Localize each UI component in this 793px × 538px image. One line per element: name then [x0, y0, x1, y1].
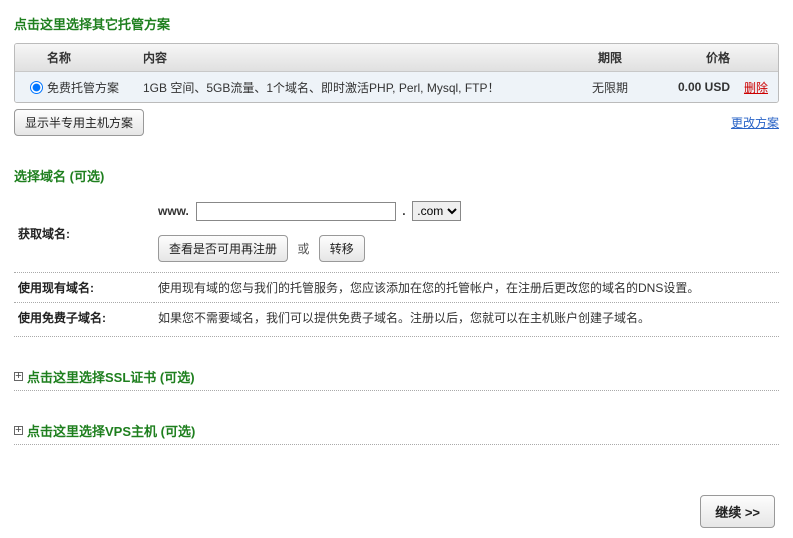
domain-bottom-line	[14, 336, 779, 337]
transfer-button[interactable]: 转移	[319, 235, 365, 262]
plans-table: 名称 内容 期限 价格 免费托管方案 1GB 空间、5GB流量、1个域名、即时激…	[14, 43, 779, 103]
domain-table: 获取域名: www. . .com 查看是否可用再注册 或 转移 使用现有域名:…	[14, 195, 779, 332]
or-label: 或	[297, 242, 309, 256]
plan-term: 无限期	[570, 79, 650, 96]
domain-section-title: 选择域名 (可选)	[14, 166, 779, 185]
ssl-line	[14, 390, 779, 391]
domain-input[interactable]	[196, 202, 396, 221]
continue-wrap: 继续 >>	[14, 495, 779, 528]
ssl-section-toggle[interactable]: + 点击这里选择SSL证书 (可选)	[14, 367, 779, 386]
plans-header-row: 名称 内容 期限 价格	[15, 44, 778, 72]
dot-sep: .	[399, 204, 409, 218]
vps-section-toggle[interactable]: + 点击这里选择VPS主机 (可选)	[14, 421, 779, 440]
domain-freesub-desc: 如果您不需要域名，我们可以提供免费子域名。注册以后，您就可以在主机账户创建子域名…	[154, 303, 779, 333]
plan-desc: 1GB 空间、5GB流量、1个域名、即时激活PHP, Perl, Mysql, …	[143, 79, 570, 96]
plans-header-term: 期限	[570, 49, 650, 66]
below-plans-row: 显示半专用主机方案 更改方案	[14, 109, 779, 136]
plan-delete-link[interactable]: 删除	[744, 81, 768, 95]
show-semi-dedicated-button[interactable]: 显示半专用主机方案	[14, 109, 144, 136]
plan-radio[interactable]	[30, 81, 43, 94]
plan-price: 0.00 USD	[650, 80, 730, 94]
ssl-title: 点击这里选择SSL证书 (可选)	[27, 367, 195, 386]
check-availability-button[interactable]: 查看是否可用再注册	[158, 235, 288, 262]
domain-existing-row: 使用现有域名: 使用现有域的您与我们的托管服务，您应该添加在您的托管帐户，在注册…	[14, 273, 779, 303]
plans-header-price: 价格	[650, 49, 730, 66]
plan-name: 免费托管方案	[47, 79, 143, 96]
domain-existing-desc: 使用现有域的您与我们的托管服务，您应该添加在您的托管帐户，在注册后更改您的域名的…	[154, 273, 779, 303]
plans-section-title[interactable]: 点击这里选择其它托管方案	[14, 14, 779, 33]
www-prefix: www.	[158, 204, 189, 218]
vps-line	[14, 444, 779, 445]
domain-existing-label: 使用现有域名:	[14, 273, 154, 303]
plans-header-content: 内容	[143, 49, 570, 66]
tld-select[interactable]: .com	[412, 201, 461, 221]
domain-freesub-row: 使用免费子域名: 如果您不需要域名，我们可以提供免费子域名。注册以后，您就可以在…	[14, 303, 779, 333]
domain-freesub-label: 使用免费子域名:	[14, 303, 154, 333]
plan-row: 免费托管方案 1GB 空间、5GB流量、1个域名、即时激活PHP, Perl, …	[15, 72, 778, 102]
continue-button[interactable]: 继续 >>	[700, 495, 775, 528]
expand-icon: +	[14, 372, 23, 381]
plans-header-name: 名称	[47, 49, 143, 66]
vps-title: 点击这里选择VPS主机 (可选)	[27, 421, 195, 440]
change-plan-link[interactable]: 更改方案	[731, 114, 779, 131]
domain-get-row: 获取域名: www. . .com	[14, 195, 779, 227]
domain-get-label: 获取域名:	[14, 195, 154, 273]
expand-icon: +	[14, 426, 23, 435]
